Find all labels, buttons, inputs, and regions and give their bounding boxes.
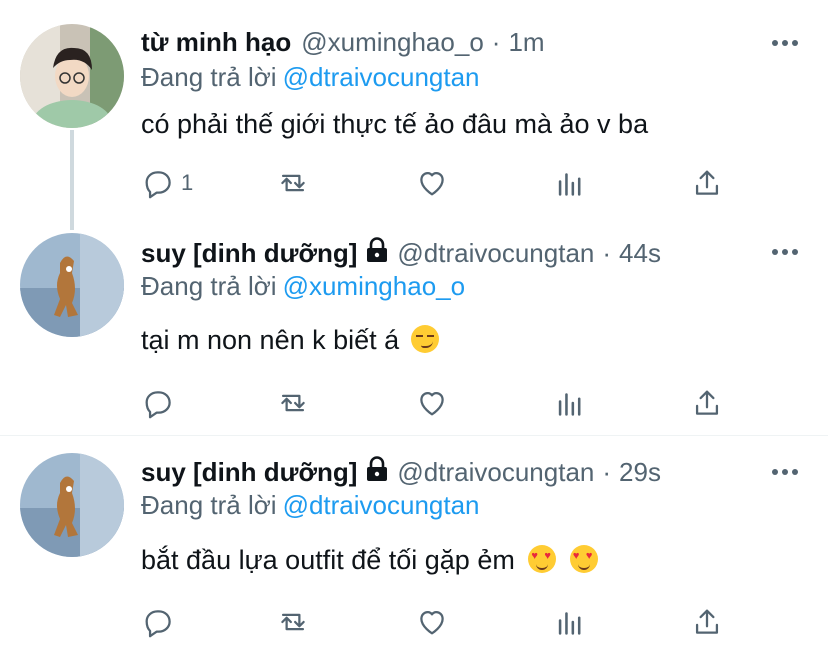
- tweet-1[interactable]: từ minh hạo @xuminghao_o · 1m Đang trả l…: [0, 0, 828, 215]
- reply-mention[interactable]: @dtraivocungtan: [283, 490, 480, 520]
- display-name[interactable]: suy [dinh dưỡng]: [141, 457, 357, 488]
- share-icon: [695, 609, 719, 634]
- reply-icon: [145, 391, 171, 419]
- tweet-text-content: có phải thế giới thực tế ảo đâu mà ảo v …: [141, 109, 649, 139]
- tweet-text: có phải thế giới thực tế ảo đâu mà ảo v …: [141, 109, 648, 140]
- user-handle[interactable]: @dtraivocungtan: [397, 238, 594, 269]
- analytics-icon: [558, 173, 581, 196]
- analytics-button[interactable]: [553, 604, 587, 640]
- avatar[interactable]: [20, 24, 124, 128]
- reply-mention[interactable]: @dtraivocungtan: [283, 62, 480, 92]
- replying-to: Đang trả lời @dtraivocungtan: [141, 62, 480, 93]
- like-icon: [420, 391, 444, 416]
- reply-icon: [145, 610, 171, 638]
- user-handle[interactable]: @xuminghao_o: [301, 27, 484, 58]
- lock-icon: [365, 455, 389, 489]
- replying-to: Đang trả lời @xuminghao_o: [141, 271, 465, 302]
- analytics-icon: [558, 393, 581, 416]
- tweet-text: tại m non nên k biết á: [141, 325, 439, 356]
- timestamp[interactable]: 44s: [619, 238, 661, 269]
- share-button[interactable]: [690, 165, 724, 201]
- like-button[interactable]: [415, 604, 449, 640]
- tweet-header: suy [dinh dưỡng] @dtraivocungtan · 29s: [141, 454, 661, 490]
- like-button[interactable]: [415, 165, 449, 201]
- share-button[interactable]: [690, 385, 724, 421]
- retweet-icon: [281, 174, 305, 192]
- replying-to-label: Đang trả lời: [141, 490, 277, 520]
- tweet-2[interactable]: suy [dinh dưỡng] @dtraivocungtan · 44s Đ…: [0, 215, 828, 435]
- separator-dot: ·: [602, 456, 612, 487]
- separator-dot: ·: [491, 26, 501, 57]
- display-name[interactable]: từ minh hạo: [141, 27, 291, 58]
- tweet-text-content: bắt đầu lựa outfit để tối gặp ẻm: [141, 545, 515, 575]
- tweet-header: từ minh hạo @xuminghao_o · 1m: [141, 24, 545, 60]
- more-icon[interactable]: [772, 249, 798, 255]
- avatar[interactable]: [20, 453, 124, 557]
- like-button[interactable]: [415, 385, 449, 421]
- retweet-button[interactable]: [276, 385, 310, 421]
- reply-button[interactable]: 1: [141, 165, 193, 201]
- timestamp[interactable]: 29s: [619, 457, 661, 488]
- tweet-actions: [141, 385, 741, 421]
- retweet-icon: [281, 394, 305, 412]
- tweet-text-content: tại m non nên k biết á: [141, 325, 400, 355]
- retweet-button[interactable]: [276, 604, 310, 640]
- separator-dot: ·: [602, 237, 612, 268]
- heart-eyes-emoji: ♥ ♥: [528, 545, 557, 573]
- tweet-header: suy [dinh dưỡng] @dtraivocungtan · 44s: [141, 235, 661, 271]
- tweet-actions: 1: [141, 165, 741, 201]
- retweet-button[interactable]: [276, 165, 310, 201]
- share-button[interactable]: [690, 604, 724, 640]
- analytics-icon: [558, 612, 581, 635]
- heart-eyes-emoji: ♥ ♥: [569, 545, 598, 573]
- share-icon: [695, 390, 719, 415]
- smirking-face-emoji: [410, 325, 439, 353]
- retweet-icon: [281, 613, 305, 631]
- reply-count: 1: [181, 170, 194, 195]
- tweet-actions: [141, 604, 741, 640]
- tweet-3[interactable]: suy [dinh dưỡng] @dtraivocungtan · 29s Đ…: [0, 436, 828, 652]
- reply-button[interactable]: [141, 604, 181, 640]
- more-icon[interactable]: [772, 469, 798, 475]
- replying-to-label: Đang trả lời: [141, 62, 277, 92]
- like-icon: [420, 171, 444, 196]
- replying-to: Đang trả lời @dtraivocungtan: [141, 490, 480, 521]
- share-icon: [695, 170, 719, 195]
- tweet-text: bắt đầu lựa outfit để tối gặp ẻm ♥ ♥ ♥ ♥: [141, 545, 598, 576]
- replying-to-label: Đang trả lời: [141, 271, 277, 301]
- reply-button[interactable]: [141, 385, 181, 421]
- lock-icon: [365, 236, 389, 270]
- user-handle[interactable]: @dtraivocungtan: [397, 457, 594, 488]
- analytics-button[interactable]: [553, 385, 587, 421]
- reply-icon: [145, 171, 171, 199]
- reply-mention[interactable]: @xuminghao_o: [283, 271, 466, 301]
- analytics-button[interactable]: [553, 165, 587, 201]
- avatar[interactable]: [20, 233, 124, 337]
- display-name[interactable]: suy [dinh dưỡng]: [141, 238, 357, 269]
- like-icon: [420, 610, 444, 635]
- more-icon[interactable]: [772, 40, 798, 46]
- timestamp[interactable]: 1m: [508, 27, 544, 58]
